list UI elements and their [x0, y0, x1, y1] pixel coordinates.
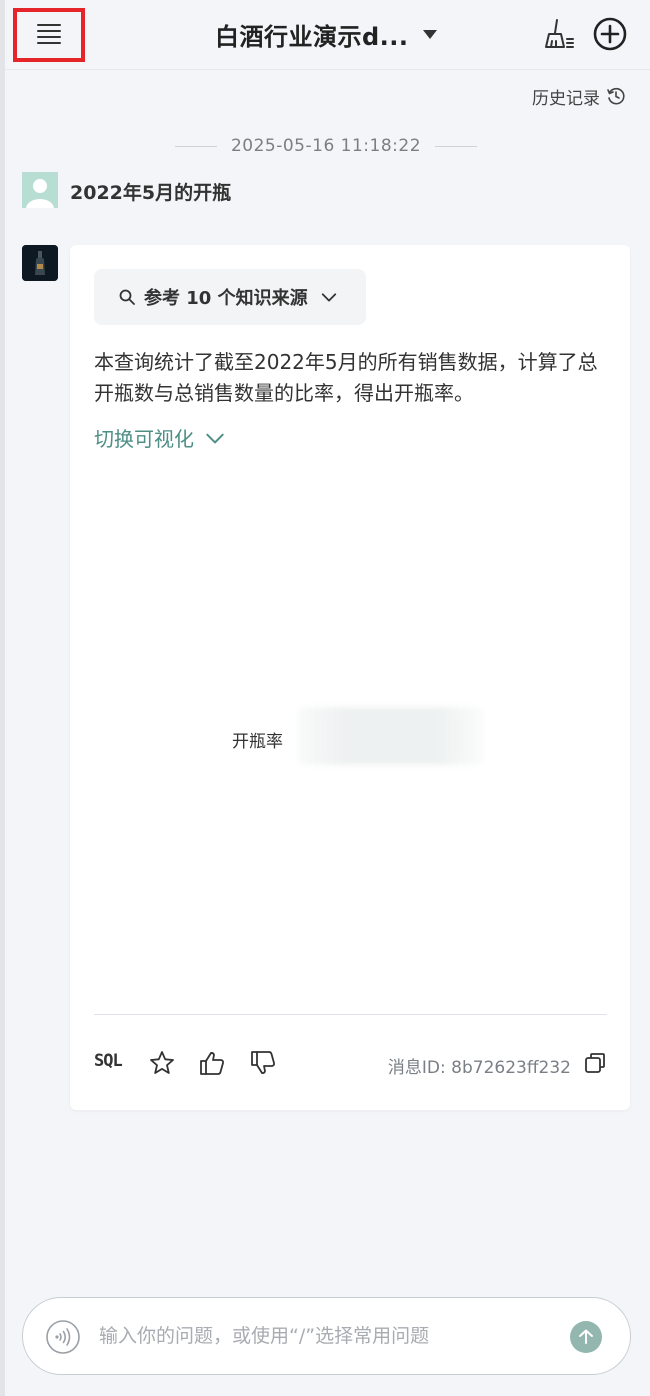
window-edge [0, 0, 5, 1396]
plus-circle-icon[interactable] [592, 16, 628, 52]
send-button[interactable] [570, 1321, 602, 1353]
metric-label: 开瓶率 [232, 732, 283, 752]
menu-button[interactable] [13, 8, 85, 62]
metric-value-blurred [298, 707, 484, 765]
voice-icon[interactable] [45, 1319, 81, 1355]
history-link[interactable]: 历史记录 [532, 84, 626, 109]
question-input[interactable] [99, 1318, 559, 1354]
bottle-icon [22, 245, 58, 281]
thumbs-down-icon[interactable] [249, 1049, 277, 1077]
divider-line [175, 145, 217, 147]
list-menu-icon [37, 24, 61, 44]
chevron-down-icon [321, 293, 336, 302]
answer-text: 本查询统计了截至2022年5月的所有销售数据，计算了总开瓶数与总销售数量的比率，… [94, 350, 598, 405]
broom-icon[interactable] [540, 16, 576, 52]
search-icon [119, 289, 135, 305]
person-icon [26, 179, 54, 208]
message-id: 消息ID: 8b72623ff232 [387, 1058, 571, 1078]
toggle-visualization-label: 切换可视化 [94, 427, 194, 451]
star-icon[interactable] [148, 1049, 176, 1077]
workspace-title: 白酒行业演示d... [215, 22, 409, 51]
message-timestamp: 2025-05-16 11:18:22 [230, 136, 422, 156]
knowledge-sources-button[interactable]: 参考 10 个知识来源 [94, 269, 366, 325]
timestamp-divider: 2025-05-16 11:18:22 [175, 134, 477, 158]
thumbs-up-icon[interactable] [198, 1049, 226, 1077]
caret-down-icon [422, 29, 437, 39]
workspace-selector[interactable]: 白酒行业演示d... [215, 16, 437, 52]
toggle-visualization-button[interactable]: 切换可视化 [94, 423, 226, 452]
user-message: 2022年5月的开瓶 [70, 182, 232, 204]
top-bar: 白酒行业演示d... [5, 0, 650, 70]
message-actions: SQL 消息ID: 8b72623ff232 [94, 1047, 607, 1079]
knowledge-sources-label: 参考 10 个知识来源 [144, 288, 308, 309]
divider-line [435, 145, 477, 147]
card-divider [94, 1014, 607, 1015]
answer-card: 参考 10 个知识来源 本查询统计了截至2022年5月的所有销售数据，计算了总开… [70, 245, 630, 1110]
copy-icon[interactable] [583, 1051, 607, 1075]
sql-button[interactable]: SQL [94, 1051, 123, 1071]
history-label: 历史记录 [532, 88, 600, 109]
chat-input-bar [22, 1297, 631, 1375]
arrow-up-icon [579, 1329, 593, 1344]
history-clock-icon [607, 87, 625, 105]
bot-avatar [22, 245, 58, 281]
user-avatar [22, 172, 58, 208]
chevron-down-icon [206, 433, 224, 443]
